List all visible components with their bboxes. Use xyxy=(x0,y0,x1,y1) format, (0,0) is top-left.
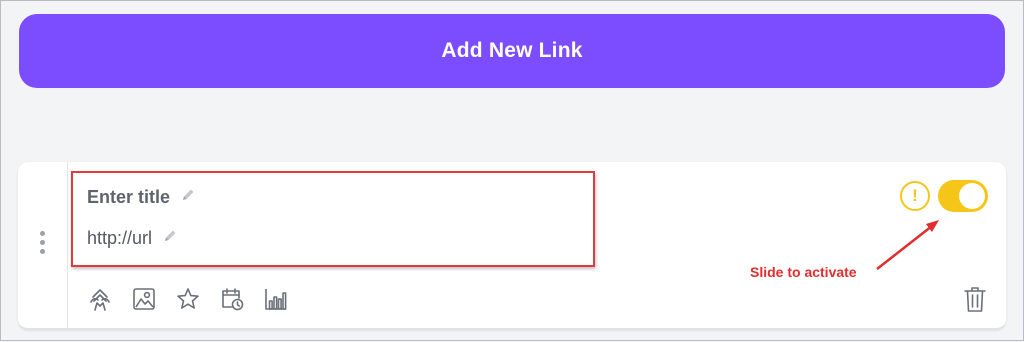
analytics-icon[interactable] xyxy=(261,284,291,314)
link-toolbar xyxy=(85,284,291,314)
drag-dots-icon xyxy=(40,230,45,254)
delete-link-trash-icon[interactable] xyxy=(960,284,990,314)
add-new-link-label: Add New Link xyxy=(441,39,583,62)
warning-icon[interactable]: ! xyxy=(900,181,930,211)
add-new-link-button[interactable]: Add New Link xyxy=(19,14,1005,88)
annotation-label: Slide to activate xyxy=(750,264,857,280)
image-icon[interactable] xyxy=(129,284,159,314)
highlight-box xyxy=(71,171,595,267)
warning-symbol: ! xyxy=(912,186,918,205)
redirect-icon[interactable] xyxy=(85,284,115,314)
drag-handle[interactable] xyxy=(18,162,68,328)
calendar-clock-icon[interactable] xyxy=(217,284,247,314)
toggle-knob xyxy=(959,183,985,209)
star-icon[interactable] xyxy=(173,284,203,314)
activate-toggle[interactable] xyxy=(938,180,988,212)
